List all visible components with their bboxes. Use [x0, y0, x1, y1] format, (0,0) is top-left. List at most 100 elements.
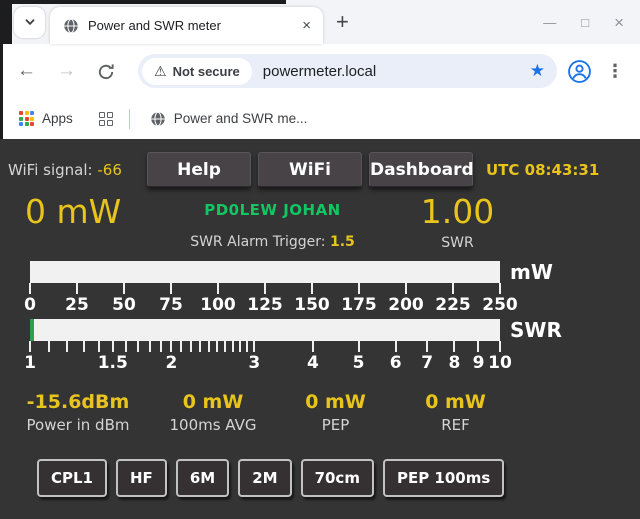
cpl1-button[interactable]: CPL1: [37, 459, 107, 497]
meter-tick: [264, 283, 266, 294]
globe-favicon-icon: [63, 18, 79, 34]
url-text[interactable]: powermeter.local: [263, 63, 530, 80]
meter-tick: [232, 341, 234, 352]
menu-dots-icon[interactable]: ⋮: [606, 61, 624, 82]
meter-tick: [112, 341, 114, 352]
security-chip[interactable]: ⚠ Not secure: [142, 58, 252, 85]
maximize-icon[interactable]: □: [581, 16, 589, 29]
meter-tick-label: 1: [24, 353, 36, 373]
bookmarks-bar: Apps Power and SWR me...: [3, 98, 640, 139]
readout-label: REF: [393, 416, 518, 434]
meter-tick-label: 4: [307, 353, 319, 373]
meter-tick: [48, 341, 50, 352]
reading-list-icon[interactable]: [99, 112, 113, 126]
meter-tick-label: 75: [159, 295, 183, 315]
browser-chrome: Power and SWR meter × + — □ × ← → ⚠ Not …: [0, 0, 640, 139]
close-window-icon[interactable]: ×: [614, 16, 624, 29]
tab-strip: Power and SWR meter × + — □ ×: [3, 0, 640, 44]
meter-tick: [180, 341, 182, 352]
security-label: Not secure: [173, 64, 240, 79]
meter-tick-label: 5: [353, 353, 365, 373]
meter-tick: [190, 341, 192, 352]
swr-caption: SWR: [375, 235, 540, 251]
bookmark-star-icon[interactable]: ★: [530, 61, 545, 81]
power-meter-unit: mW: [510, 260, 553, 284]
dashboard-button[interactable]: Dashboard: [369, 152, 473, 187]
meter-tick: [98, 341, 100, 352]
profile-icon[interactable]: [567, 59, 592, 84]
readouts-row: -15.6dBm Power in dBm 0 mW 100ms AVG 0 m…: [8, 391, 640, 434]
forward-icon[interactable]: →: [57, 60, 76, 82]
readout-avg: 0 mW 100ms AVG: [148, 391, 278, 434]
readout-pep: 0 mW PEP: [278, 391, 393, 434]
meter-tick: [83, 341, 85, 352]
meter-tick: [395, 341, 397, 352]
meter-tick: [426, 341, 428, 352]
meter-tick-label: 150: [294, 295, 330, 315]
swr-meter: SWR 11.52345678910: [0, 319, 640, 375]
help-button[interactable]: Help: [147, 152, 251, 187]
bookmark-item[interactable]: Power and SWR me...: [150, 111, 308, 127]
meter-tick: [311, 283, 313, 294]
readout-label: PEP: [278, 416, 393, 434]
swr-meter-bar: [30, 319, 500, 341]
readout-dbm: -15.6dBm Power in dBm: [8, 391, 148, 434]
6m-button[interactable]: 6M: [176, 459, 229, 497]
meter-tick: [358, 341, 360, 352]
reload-icon[interactable]: [97, 63, 115, 81]
meter-tick-label: 8: [449, 353, 461, 373]
readout-label: 100ms AVG: [148, 416, 278, 434]
meter-tick-label: 100: [200, 295, 236, 315]
meter-tick: [499, 341, 501, 352]
swr-meter-fill: [30, 319, 34, 341]
band-buttons-row: CPL1 HF 6M 2M 70cm PEP 100ms: [37, 459, 640, 497]
swr-main-value: 1.00: [375, 192, 540, 232]
address-bar[interactable]: ⚠ Not secure powermeter.local ★: [138, 54, 557, 88]
pep-100ms-button[interactable]: PEP 100ms: [383, 459, 504, 497]
wifi-button[interactable]: WiFi: [258, 152, 362, 187]
meter-tick-label: 0: [24, 295, 36, 315]
swr-alarm-label: SWR Alarm Trigger:: [190, 234, 325, 250]
hf-button[interactable]: HF: [116, 459, 167, 497]
meter-tick: [66, 341, 68, 352]
meter-tick-label: 50: [112, 295, 136, 315]
meter-tick-label: 1.5: [98, 353, 128, 373]
meter-tick: [239, 341, 241, 352]
tab-title: Power and SWR meter: [88, 18, 299, 33]
readout-value: -15.6dBm: [8, 391, 148, 413]
2m-button[interactable]: 2M: [238, 459, 291, 497]
browser-window: Power and SWR meter × + — □ × ← → ⚠ Not …: [0, 0, 640, 519]
apps-grid-icon[interactable]: [19, 111, 34, 126]
browser-tab[interactable]: Power and SWR meter ×: [50, 7, 323, 44]
globe-favicon-icon: [150, 111, 166, 127]
minimize-icon[interactable]: —: [543, 16, 556, 29]
meter-tick-label: 2: [166, 353, 178, 373]
apps-label[interactable]: Apps: [42, 111, 73, 126]
window-controls: — □ ×: [543, 16, 640, 29]
swr-meter-scale: [30, 341, 500, 353]
swr-meter-unit: SWR: [510, 318, 562, 342]
wifi-signal-label: WiFi signal:: [8, 161, 93, 179]
readout-ref: 0 mW REF: [393, 391, 518, 434]
meter-tick: [217, 283, 219, 294]
meter-tick: [499, 283, 501, 294]
meter-tick-label: 200: [388, 295, 424, 315]
70cm-button[interactable]: 70cm: [301, 459, 374, 497]
meter-tick-label: 175: [341, 295, 377, 315]
power-meter: mW 0255075100125150175200225250: [0, 261, 640, 317]
swr-alarm-text: SWR Alarm Trigger: 1.5: [170, 234, 375, 250]
meter-tick: [452, 283, 454, 294]
browser-toolbar: ← → ⚠ Not secure powermeter.local ★ ⋮: [3, 44, 640, 98]
main-readings-row: 0 mW PD0LEW JOHAN SWR Alarm Trigger: 1.5…: [0, 192, 640, 251]
readout-label: Power in dBm: [8, 416, 148, 434]
meter-tick: [246, 341, 248, 352]
meter-tick-label: 6: [390, 353, 402, 373]
back-icon[interactable]: ←: [17, 60, 36, 82]
meter-tick: [453, 341, 455, 352]
tab-search-button[interactable]: [14, 7, 45, 38]
meter-tick: [149, 341, 151, 352]
bookmarks-divider: [129, 109, 130, 129]
meter-tick: [216, 341, 218, 352]
tab-close-icon[interactable]: ×: [299, 17, 314, 34]
new-tab-button[interactable]: +: [336, 12, 349, 32]
